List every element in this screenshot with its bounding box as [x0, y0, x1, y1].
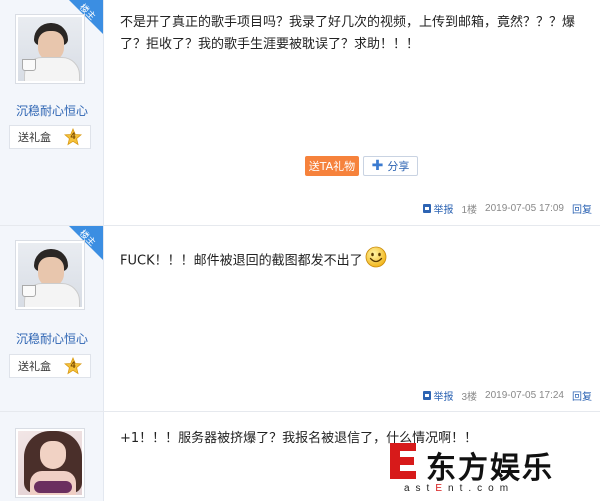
username-link[interactable]: 沉稳耐心恒心: [0, 102, 104, 119]
reply-link[interactable]: 回复: [572, 388, 592, 403]
post-floor-1: 楼主 沉稳耐心恒心 送礼盒 4 不是开了真正的歌手项目吗？我录了好几次的视频，上…: [0, 0, 600, 226]
gift-box[interactable]: 送礼盒 4: [9, 125, 91, 149]
author-sidebar: 楼主 沉稳耐心恒心 送礼盒 4: [0, 0, 104, 225]
post-time: 2019-07-05 17:24: [485, 390, 564, 401]
avatar[interactable]: [15, 14, 85, 84]
share-button[interactable]: ✚ 分享: [363, 156, 418, 176]
post-footer: 举报 3楼 2019-07-05 17:24 回复: [423, 388, 592, 403]
post-content: 不是开了真正的歌手项目吗？我录了好几次的视频，上传到邮箱，竟然？？？爆了？拒收了…: [120, 15, 576, 52]
username-link[interactable]: 沉稳耐心恒心: [0, 330, 104, 347]
gift-box-label: 送礼盒: [18, 360, 51, 373]
post-content: FUCK！！！邮件被退回的截图都发不出了: [120, 246, 588, 273]
avatar[interactable]: [15, 428, 85, 498]
gift-box-label: 送礼盒: [18, 131, 51, 144]
post-footer: 举报 1楼 2019-07-05 17:09 回复: [423, 201, 592, 216]
star-count-icon: 4: [64, 357, 82, 375]
post-floor-3: 楼主 沉稳耐心恒心 送礼盒 4 FUCK！！！邮件被退回的截图都发不出了 举报 …: [0, 226, 600, 412]
watermark-domain: astEnt.com: [404, 483, 515, 494]
brand-e-logo-icon: [390, 443, 416, 479]
reply-link[interactable]: 回复: [572, 201, 592, 216]
star-count-icon: 4: [64, 128, 82, 146]
report-icon: [423, 204, 432, 213]
report-link[interactable]: 举报: [423, 201, 453, 216]
share-label: 分享: [387, 160, 410, 173]
watermark-brand: 东方娱乐: [426, 451, 554, 486]
smiley-emoji-icon: [365, 246, 387, 268]
post-time: 2019-07-05 17:09: [485, 203, 564, 214]
gift-box[interactable]: 送礼盒 4: [9, 354, 91, 378]
floor-number: 1楼: [461, 205, 478, 216]
report-link[interactable]: 举报: [423, 388, 453, 403]
send-gift-button[interactable]: 送TA礼物: [305, 156, 359, 176]
author-sidebar: [0, 412, 104, 501]
report-icon: [423, 391, 432, 400]
plus-icon: ✚: [371, 158, 384, 174]
author-sidebar: 楼主 沉稳耐心恒心 送礼盒 4: [0, 226, 104, 411]
avatar[interactable]: [15, 240, 85, 310]
floor-number: 3楼: [461, 392, 478, 403]
watermark-logo: 东方娱乐 astEnt.com: [386, 439, 576, 495]
post-text: FUCK！！！邮件被退回的截图都发不出了: [120, 253, 363, 269]
